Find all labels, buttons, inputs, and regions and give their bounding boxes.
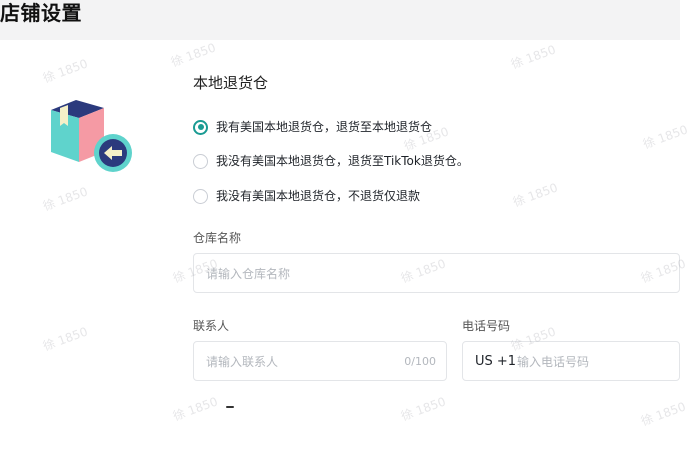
warehouse-name-label: 仓库名称: [193, 231, 242, 245]
phone-country-code[interactable]: US +1: [475, 353, 516, 371]
phone-input[interactable]: US +1 输入电话号码: [462, 341, 680, 381]
watermark: 徐 1850: [399, 394, 448, 424]
watermark: 徐 1850: [41, 56, 90, 86]
section-title: 本地退货仓: [193, 74, 269, 92]
return-package-icon: [46, 96, 136, 176]
page-title: 店铺设置: [0, 1, 82, 25]
radio-button[interactable]: [193, 188, 208, 204]
contact-char-counter: 0/100: [404, 355, 436, 368]
watermark: 徐 1850: [639, 399, 688, 429]
watermark: 徐 1850: [171, 394, 220, 424]
page-header: 店铺设置: [0, 0, 680, 40]
phone-label: 电话号码: [462, 319, 511, 333]
radio-button[interactable]: [193, 153, 208, 169]
watermark: 徐 1850: [641, 122, 689, 152]
partial-element: [226, 406, 234, 408]
contact-label: 联系人: [193, 319, 230, 333]
phone-placeholder: 输入电话号码: [517, 355, 590, 369]
radio-label: 我没有美国本地退货仓，退货至TikTok退货仓。: [216, 154, 469, 168]
watermark: 徐 1850: [41, 324, 90, 354]
warehouse-name-placeholder: 请输入仓库名称: [206, 267, 291, 281]
watermark: 徐 1850: [509, 42, 558, 72]
radio-option-tiktok-warehouse[interactable]: 我没有美国本地退货仓，退货至TikTok退货仓。: [193, 153, 469, 169]
radio-button-checked[interactable]: [193, 119, 208, 135]
radio-label: 我没有美国本地退货仓，不退货仅退款: [216, 189, 421, 203]
contact-placeholder: 请输入联系人: [206, 355, 279, 369]
watermark: 徐 1850: [169, 40, 218, 70]
radio-option-refund-only[interactable]: 我没有美国本地退货仓，不退货仅退款: [193, 188, 420, 204]
watermark: 徐 1850: [41, 184, 90, 214]
radio-option-local-warehouse[interactable]: 我有美国本地退货仓，退货至本地退货仓: [193, 119, 432, 135]
contact-input[interactable]: 请输入联系人 0/100: [193, 341, 447, 381]
warehouse-name-input[interactable]: 请输入仓库名称: [193, 253, 680, 293]
watermark: 徐 1850: [511, 180, 560, 210]
radio-label: 我有美国本地退货仓，退货至本地退货仓: [216, 120, 433, 134]
